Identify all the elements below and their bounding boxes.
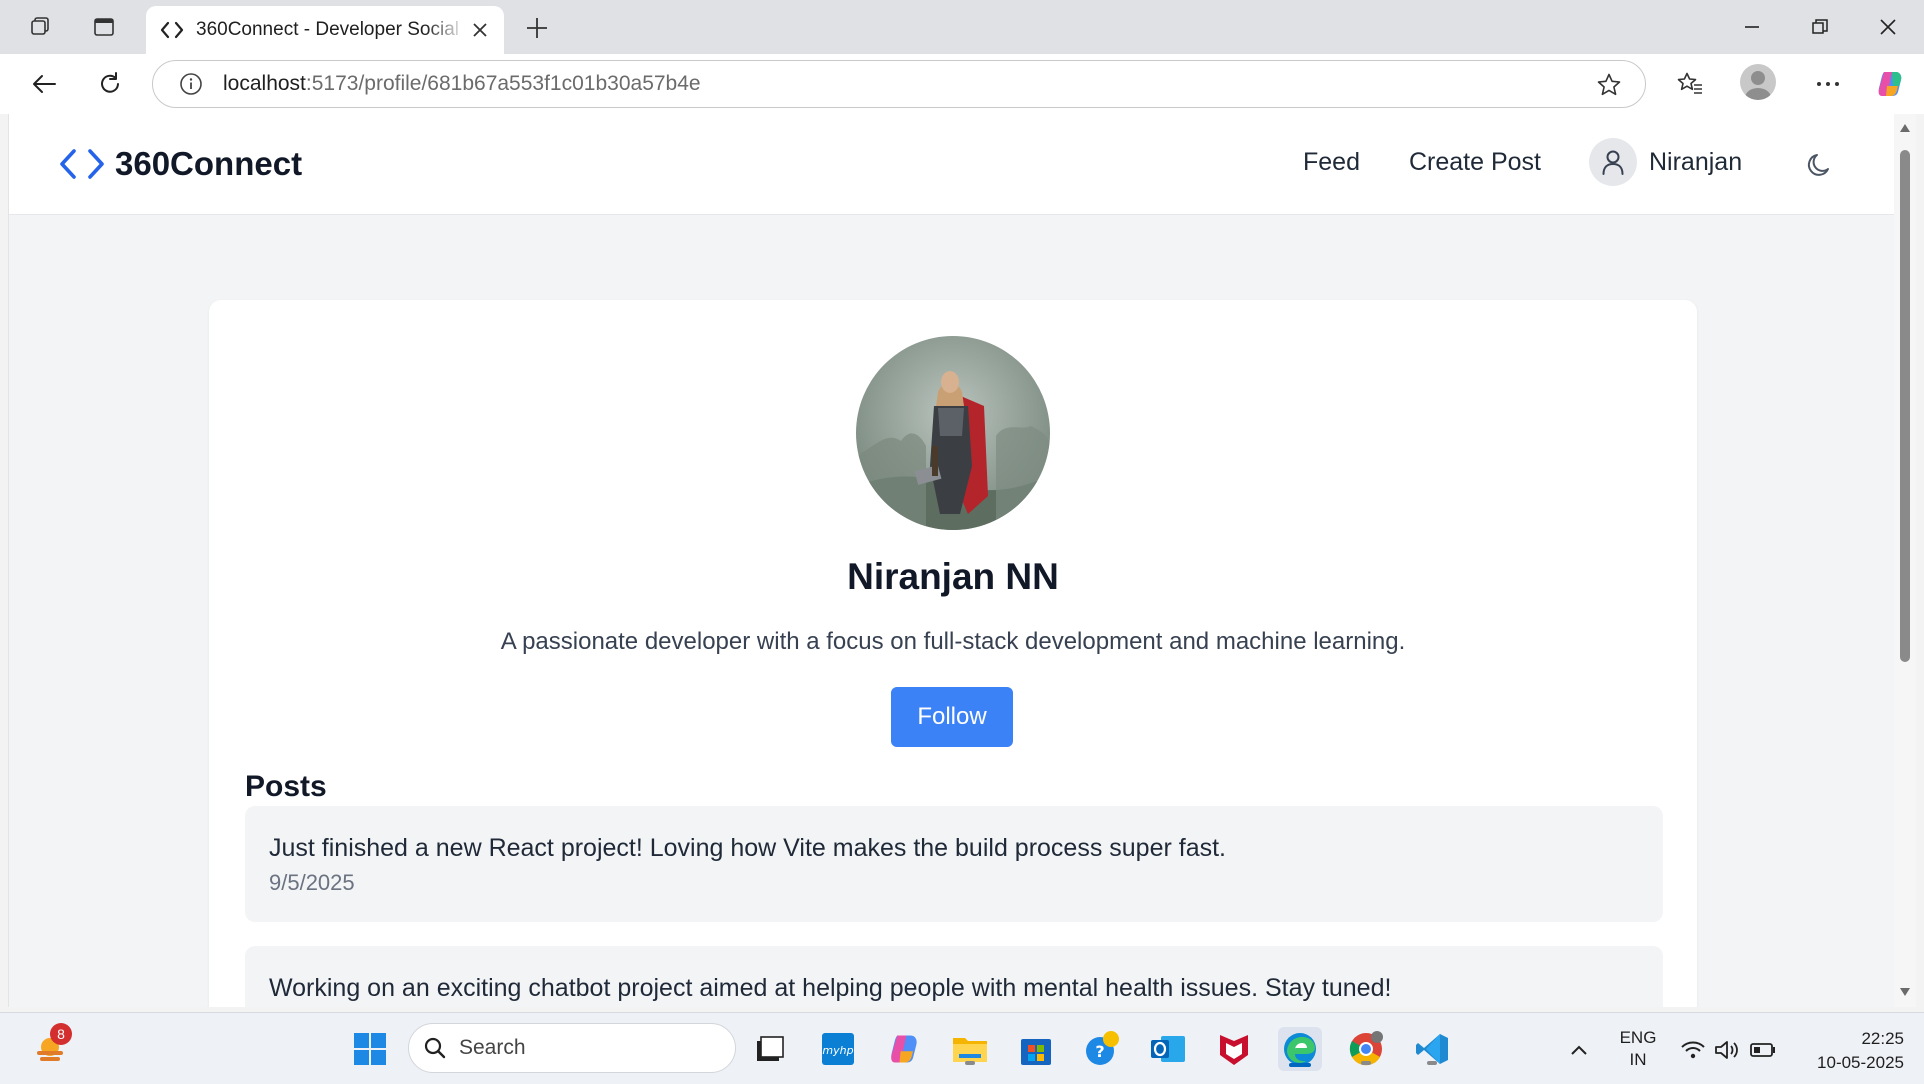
brand-name: 360Connect xyxy=(115,145,303,182)
favorite-star-icon[interactable] xyxy=(1595,71,1623,99)
scroll-down-arrow-icon[interactable] xyxy=(1899,986,1911,998)
copilot-app-icon[interactable] xyxy=(882,1027,926,1071)
chrome-icon[interactable] xyxy=(1344,1027,1388,1071)
svg-text:myhp: myhp xyxy=(822,1044,853,1057)
scroll-up-arrow-icon[interactable] xyxy=(1899,122,1911,134)
scroll-thumb[interactable] xyxy=(1900,150,1910,662)
get-help-icon[interactable]: ? xyxy=(1080,1027,1124,1071)
wifi-icon[interactable] xyxy=(1680,1037,1706,1063)
taskbar-search-box[interactable]: Search xyxy=(408,1023,736,1073)
taskbar-search-label: Search xyxy=(459,1036,526,1059)
post-card[interactable]: Just finished a new React project! Lovin… xyxy=(245,806,1663,922)
svg-text:?: ? xyxy=(1095,1042,1104,1061)
profile-card: Niranjan NN A passionate developer with … xyxy=(209,300,1697,1007)
nav-feed-link[interactable]: Feed xyxy=(1303,148,1360,177)
post-card[interactable]: Working on an exciting chatbot project a… xyxy=(245,946,1663,1007)
nav-user-name: Niranjan xyxy=(1649,147,1743,176)
follow-button[interactable]: Follow xyxy=(891,687,1013,747)
volume-icon[interactable] xyxy=(1714,1037,1740,1063)
myhp-app-icon[interactable]: myhp xyxy=(816,1027,860,1071)
microsoft-store-icon[interactable] xyxy=(1014,1027,1058,1071)
language-indicator[interactable]: ENG IN xyxy=(1612,1027,1664,1071)
taskbar: 8 Search myhp ? ENG IN 22:25 10-05-2025 xyxy=(0,1012,1924,1084)
post-text: Just finished a new React project! Lovin… xyxy=(269,834,1226,862)
file-explorer-icon[interactable] xyxy=(948,1027,992,1071)
favorites-icon[interactable] xyxy=(1672,66,1708,102)
post-date: 9/5/2025 xyxy=(269,870,355,895)
profile-photo xyxy=(856,336,1050,530)
browser-tab-active[interactable]: 360Connect - Developer Social Network xyxy=(146,6,504,54)
region-code: IN xyxy=(1629,1050,1647,1069)
profile-bio: A passionate developer with a focus on f… xyxy=(500,628,1406,655)
code-brackets-icon xyxy=(57,144,107,184)
mcafee-icon[interactable] xyxy=(1212,1027,1256,1071)
browser-titlebar: 360Connect - Developer Social Network xyxy=(0,0,1924,54)
url-text[interactable]: localhost:5173/profile/681b67a553f1c01b3… xyxy=(223,72,701,96)
show-hidden-icons-chevron-icon[interactable] xyxy=(1566,1037,1592,1063)
search-icon xyxy=(424,1037,446,1059)
clock-date: 10-05-2025 xyxy=(1817,1053,1904,1072)
system-clock[interactable]: 22:25 10-05-2025 xyxy=(1796,1027,1904,1075)
brand-link[interactable]: 360Connect xyxy=(57,144,302,184)
vscode-icon[interactable] xyxy=(1410,1027,1454,1071)
clock-time: 22:25 xyxy=(1861,1029,1904,1048)
tab-title: 360Connect - Developer Social Network xyxy=(196,19,466,40)
workspaces-icon[interactable] xyxy=(26,13,54,41)
site-info-icon[interactable] xyxy=(177,70,205,98)
address-bar[interactable]: localhost:5173/profile/681b67a553f1c01b3… xyxy=(152,60,1646,108)
close-window-icon[interactable] xyxy=(1868,10,1908,44)
tab-actions-icon[interactable] xyxy=(90,13,118,41)
minimize-icon[interactable] xyxy=(1732,10,1772,44)
code-brackets-icon xyxy=(158,16,186,44)
battery-icon[interactable] xyxy=(1750,1037,1776,1063)
site-navbar: 360Connect Feed Create Post Niranjan xyxy=(9,114,1894,215)
outlook-icon[interactable] xyxy=(1146,1027,1190,1071)
notification-badge: 8 xyxy=(50,1023,72,1045)
moon-icon[interactable] xyxy=(1803,148,1837,182)
url-path: :5173/profile/681b67a553f1c01b30a57b4e xyxy=(305,72,701,95)
restore-icon[interactable] xyxy=(1800,10,1840,44)
nav-user-menu[interactable]: Niranjan xyxy=(1589,138,1742,186)
user-icon xyxy=(1589,138,1637,186)
url-host: localhost xyxy=(223,72,306,95)
posts-heading: Posts xyxy=(245,770,327,803)
more-options-icon[interactable] xyxy=(1810,66,1846,102)
profile-avatar-icon[interactable] xyxy=(1740,64,1776,100)
nav-create-post-link[interactable]: Create Post xyxy=(1409,148,1541,177)
copilot-icon[interactable] xyxy=(1872,66,1908,102)
new-tab-plus-icon[interactable] xyxy=(522,13,552,43)
page-scrollbar[interactable] xyxy=(1894,114,1916,1007)
refresh-icon[interactable] xyxy=(92,66,128,102)
task-view-icon[interactable] xyxy=(748,1027,792,1071)
page-viewport: 360Connect Feed Create Post Niranjan Nir… xyxy=(8,114,1894,1007)
browser-toolbar: localhost:5173/profile/681b67a553f1c01b3… xyxy=(0,54,1924,114)
language-code: ENG xyxy=(1619,1028,1657,1047)
post-text: Working on an exciting chatbot project a… xyxy=(269,974,1392,1002)
windows-start-icon[interactable] xyxy=(348,1027,392,1071)
close-tab-icon[interactable] xyxy=(468,18,492,42)
edge-browser-icon[interactable] xyxy=(1278,1027,1322,1071)
profile-name: Niranjan NN xyxy=(847,556,1059,597)
back-arrow-icon[interactable] xyxy=(26,66,62,102)
